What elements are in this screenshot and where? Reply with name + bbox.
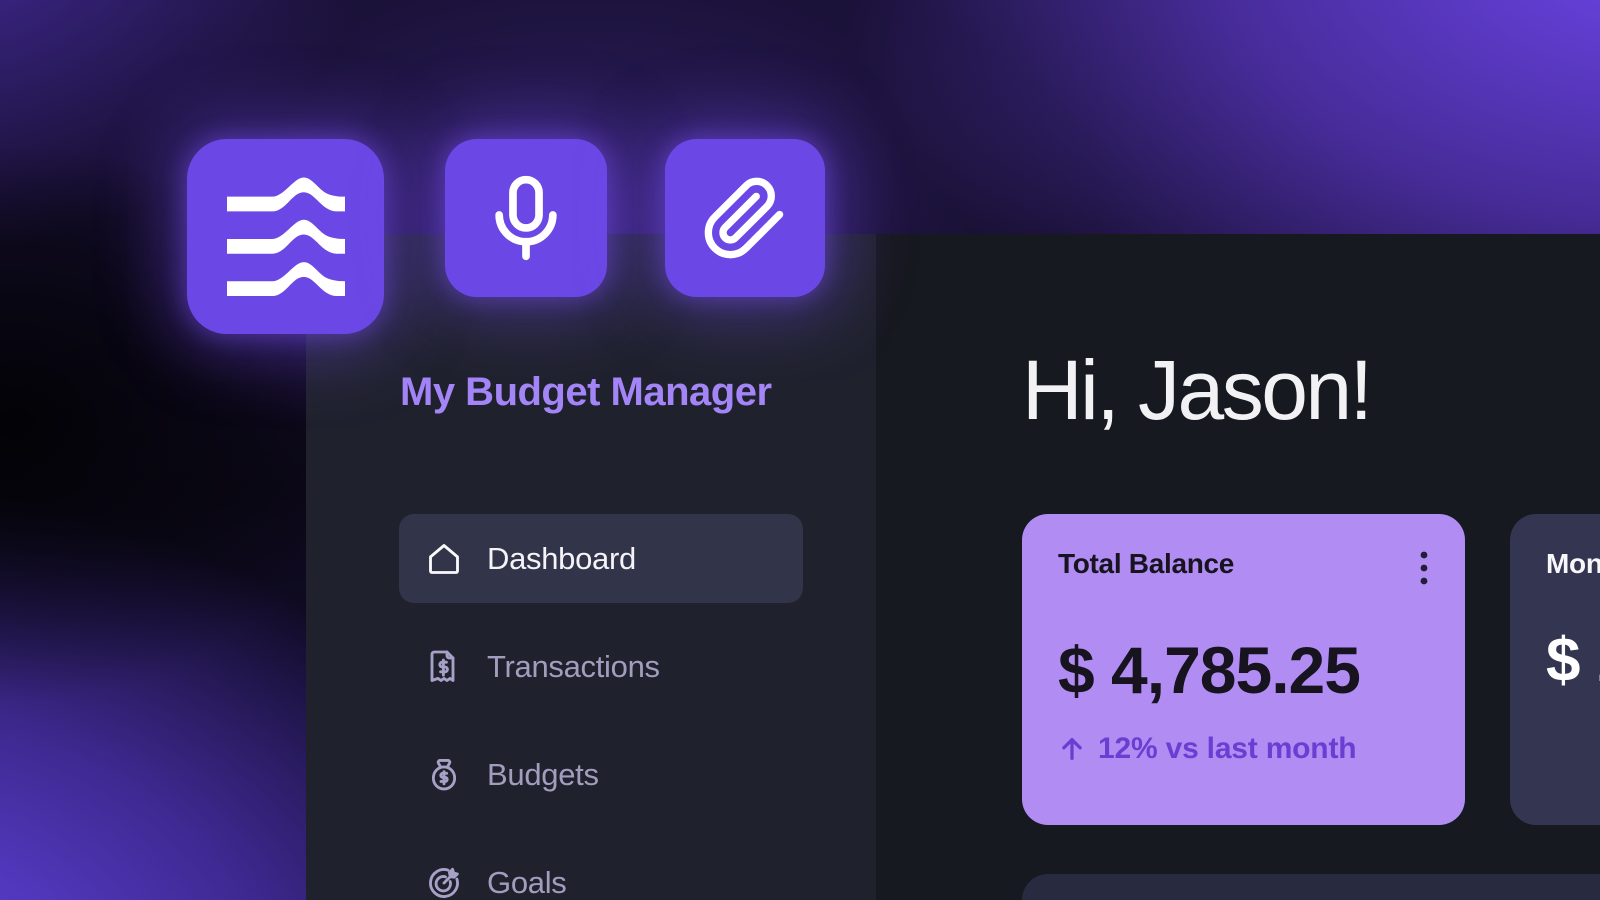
sidebar: My Budget Manager Dashboard [306,234,876,900]
secondary-stat-card: Mon $ 1 [1510,514,1600,825]
sidebar-item-dashboard[interactable]: Dashboard [399,514,803,603]
greeting-heading: Hi, Jason! [1022,342,1371,439]
app-title: My Budget Manager [400,370,772,415]
waves-logo-icon [227,176,345,298]
balance-amount: $ 4,785.25 [1058,632,1429,708]
sidebar-item-label: Dashboard [487,541,636,577]
sidebar-item-label: Transactions [487,649,660,685]
bottom-section-panel [1022,874,1600,900]
paperclip-icon [701,174,789,262]
voice-input-button[interactable] [445,139,607,297]
goal-target-icon [426,865,462,900]
sidebar-item-goals[interactable]: Goals [399,838,803,900]
trend-row: 12% vs last month [1058,732,1429,766]
money-bag-icon [426,757,462,793]
card-title: Mon [1546,548,1600,580]
sidebar-item-label: Goals [487,865,566,900]
secondary-amount: $ 1 [1546,625,1600,696]
total-balance-card: Total Balance $ 4,785.25 12% vs last mon… [1022,514,1465,825]
sidebar-nav: Dashboard Transactions [399,514,803,900]
microphone-icon [480,172,572,264]
kebab-menu-icon[interactable] [1419,550,1429,586]
trend-text: 12% vs last month [1098,732,1356,766]
receipt-icon [426,649,462,685]
sidebar-item-transactions[interactable]: Transactions [399,622,803,711]
stat-cards-row: Total Balance $ 4,785.25 12% vs last mon… [1022,514,1600,825]
attachment-button[interactable] [665,139,825,297]
sidebar-item-budgets[interactable]: Budgets [399,730,803,819]
app-logo-button[interactable] [187,139,384,334]
main-content: Hi, Jason! Total Balance $ 4,785.25 [876,234,1600,900]
arrow-up-icon [1058,735,1086,763]
sidebar-item-label: Budgets [487,757,599,793]
home-icon [426,541,462,577]
app-window: My Budget Manager Dashboard [306,234,1600,900]
card-title: Total Balance [1058,548,1429,580]
